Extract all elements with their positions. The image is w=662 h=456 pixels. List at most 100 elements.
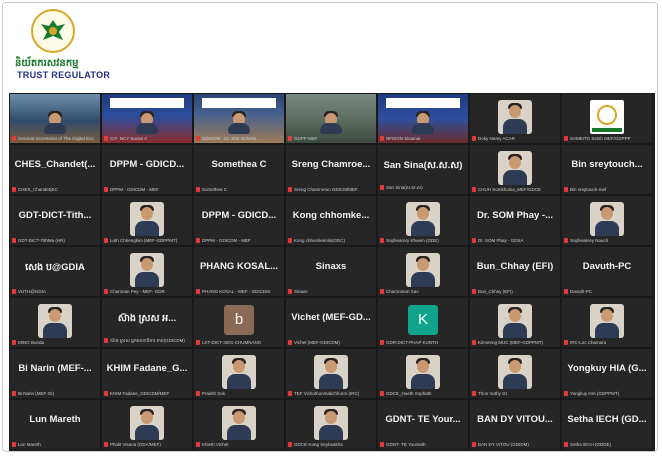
participant-caption-text: Lun Mareth	[18, 441, 41, 447]
participant-tile[interactable]: Davuth-PC Davuth-PC	[561, 246, 653, 297]
participant-tile[interactable]: Prasith Sok	[193, 348, 285, 399]
participant-caption-text: KHIM Fadane_GDICDM/MEF	[110, 390, 170, 396]
participant-tile[interactable]: Dr. SOM Phay -... Dr. SOM Phay - GDSA	[469, 195, 561, 246]
participant-display-name: Bin sreytouch...	[571, 159, 643, 170]
participant-video	[38, 304, 72, 338]
participant-tile[interactable]: Kong chhomke... Kong chhomkemlis(GDC)	[285, 195, 377, 246]
participant-tile[interactable]: TEF Vichothonmakchhorm (IRC)	[285, 348, 377, 399]
participant-tile[interactable]: CIT- NCY Savan A	[101, 93, 193, 144]
participant-tile[interactable]: b LKT-DICT-3201-CHUMNANG	[193, 297, 285, 348]
trust-regulator-logo: និយ័តករសវនកម្ម TRUST REGULATOR	[15, 9, 110, 87]
participant-display-name: Yongkuy HIA (G...	[567, 363, 647, 374]
mic-muted-icon	[104, 338, 108, 344]
participant-video	[130, 253, 164, 287]
participant-tile[interactable]: Lun Mareth Lun Mareth	[9, 399, 101, 450]
participant-caption-text: San Sina(ស.ស.ស)	[386, 185, 423, 190]
participant-tile[interactable]: Khieth Vichet	[193, 399, 285, 450]
participant-grid: General Secretariat of The Digital Eco CI…	[9, 93, 655, 451]
participant-tile[interactable]: General Secretariat of The Digital Eco	[9, 93, 101, 144]
participant-tile[interactable]: Vichet (MEF-GD... Vichet (MEF-GDICDM)	[285, 297, 377, 348]
participant-video	[406, 253, 440, 287]
participant-tile[interactable]: GDNT- TE Your... GDNT- TE Yourseth	[377, 399, 469, 450]
participant-caption-text: Sinaxs	[294, 288, 308, 294]
mic-muted-icon	[288, 442, 292, 447]
participant-caption-text: Pholit Visana (GDA/MEF)	[110, 441, 161, 447]
participant-caption-text: GDICDM - Dr. SIM Vicheka	[202, 135, 257, 141]
participant-caption: VUTH@GDIA	[12, 289, 98, 294]
participant-avatar: b	[224, 305, 254, 335]
participant-display-name: Sinaxs	[315, 261, 347, 272]
participant-video	[222, 355, 256, 389]
speaker-video	[228, 110, 250, 134]
participant-tile[interactable]: Somethea C Somethea C	[193, 144, 285, 195]
mic-muted-icon	[196, 289, 200, 294]
mic-muted-icon	[104, 187, 108, 192]
participant-caption-text: GDR-DICT-PHAP KUNTH	[386, 339, 439, 345]
participant-tile[interactable]: K GDR-DICT-PHAP KUNTH	[377, 297, 469, 348]
participant-tile[interactable]: Bun_Chhay (EFI) Bun_Chhay (EFI)	[469, 246, 561, 297]
mic-muted-icon	[104, 391, 108, 396]
participant-tile[interactable]: Bi Narin (MEF-... Bi Narin (MEF-GI)	[9, 348, 101, 399]
participant-caption-text: Sophearory Khuem (GDE)	[386, 237, 439, 243]
participant-caption: Bin sreytouch-mef	[564, 187, 650, 192]
participant-tile[interactable]: ស៊ាង ស្រស អ... ស៊ាង ស្រស អ្នកលេខាធិការ ភា…	[101, 297, 193, 348]
participant-caption-text: DPPM - GDICDM - MEF	[202, 237, 251, 243]
participant-tile[interactable]: Sinaxs Sinaxs	[285, 246, 377, 297]
participant-tile[interactable]: សេង ប@GDIA VUTH@GDIA	[9, 246, 101, 297]
participant-tile[interactable]: GDT-DICT-Tith... GDT-DICT-TithMa (HR)	[9, 195, 101, 246]
logo-text-english: TRUST REGULATOR	[17, 70, 111, 80]
participant-display-name: CHES_Chandet(...	[14, 159, 96, 170]
participant-tile[interactable]: GDPP-MEF	[285, 93, 377, 144]
participant-caption: PHANG KOSAL - MEF - GDICDM	[196, 289, 282, 294]
participant-tile[interactable]: Kimsreng MUC (MEF-GDPPMT)	[469, 297, 561, 348]
participant-caption: Pholit Visana (GDA/MEF)	[104, 442, 190, 447]
participant-tile[interactable]: PHANG KOSAL... PHANG KOSAL - MEF - GDICDM	[193, 246, 285, 297]
participant-caption-text: Prasith Sok	[202, 390, 226, 396]
participant-tile[interactable]: Bin sreytouch... Bin sreytouch-mef	[561, 144, 653, 195]
mic-muted-icon	[288, 187, 292, 192]
participant-tile[interactable]: GDCE_Hueth Sophath	[377, 348, 469, 399]
participant-caption: GDCE_Hueth Sophath	[380, 391, 466, 396]
participant-tile[interactable]: Sreng Chamroe... Sreng Chamroeun GDICM/ME…	[285, 144, 377, 195]
participant-tile[interactable]: Doky Neary ACAR	[469, 93, 561, 144]
participant-tile[interactable]: CHES_Chandet(... CHES_Chandet(EC	[9, 144, 101, 195]
mic-muted-icon	[380, 136, 384, 141]
participant-tile[interactable]: DPPM - GDICD... DPPM - GDICDM - MEF	[101, 144, 193, 195]
participant-tile[interactable]: Chamroeun Sao	[377, 246, 469, 297]
participant-tile[interactable]: Loth Chhengkim (MEF-GDPPMT)	[101, 195, 193, 246]
participant-tile[interactable]: GDICDM - Dr. SIM Vicheka	[193, 93, 285, 144]
participant-tile[interactable]: GDCE-Kong Seyheakha	[285, 399, 377, 450]
participant-video	[130, 202, 164, 236]
participant-tile[interactable]: Thon Vuthy GI	[469, 348, 561, 399]
participant-video	[498, 100, 532, 134]
participant-tile[interactable]: Sophearory Khuem (GDE)	[377, 195, 469, 246]
mic-muted-icon	[564, 391, 568, 396]
mic-muted-icon	[472, 442, 476, 447]
participant-tile[interactable]: San Sina(ស.ស.ស) San Sina(ស.ស.ស)	[377, 144, 469, 195]
mic-muted-icon	[564, 238, 568, 243]
participant-display-name: KHIM Fadane_G...	[106, 363, 188, 374]
participant-tile[interactable]: Yongkuy HIA (G... Yongkuy HIA (GDPPMT)	[561, 348, 653, 399]
participant-caption-text: ស៊ាង ស្រស អ្នកលេខាធិការ ភាព(GDICDM)	[110, 338, 185, 343]
participant-tile[interactable]: KHIM Fadane_G... KHIM Fadane_GDICDM/MEF	[101, 348, 193, 399]
participant-tile[interactable]: Setha IECH (GD... Setha IECH (GDDE)	[561, 399, 653, 450]
participant-tile[interactable]: Chamnan Pey - MEF- GDR	[101, 246, 193, 297]
participant-tile[interactable]: SAMEITO Setsh MEF/GDPPP	[561, 93, 653, 144]
participant-caption-text: Setha IECH (GDDE)	[570, 441, 612, 447]
participant-video	[498, 355, 532, 389]
participant-tile[interactable]: Pholit Visana (GDA/MEF)	[101, 399, 193, 450]
participant-caption-text: GDCE_Hueth Sophath	[386, 390, 432, 396]
mic-muted-icon	[104, 238, 108, 243]
participant-tile[interactable]: IRC-Loc Chamara	[561, 297, 653, 348]
participant-tile[interactable]: DPPM - GDICD... DPPM - GDICDM - MEF	[193, 195, 285, 246]
participant-tile[interactable]: MING Bunda	[9, 297, 101, 348]
participant-caption: Dr. SOM Phay - GDSA	[472, 238, 558, 243]
participant-caption-text: Bi Narin (MEF-GI)	[18, 390, 54, 396]
participant-tile[interactable]: NFISON Sisamai	[377, 93, 469, 144]
participant-tile[interactable]: BAN DY VITOU... BAN DY VITOU (GDIDM)	[469, 399, 561, 450]
participant-caption: Kimsreng MUC (MEF-GDPPMT)	[472, 340, 558, 345]
participant-tile[interactable]: CHUH Somkholna_MEF/GDCE	[469, 144, 561, 195]
participant-tile[interactable]: Sopheakrey Nouch	[561, 195, 653, 246]
mic-muted-icon	[12, 340, 16, 345]
participant-caption-text: Davuth-PC	[570, 288, 593, 294]
